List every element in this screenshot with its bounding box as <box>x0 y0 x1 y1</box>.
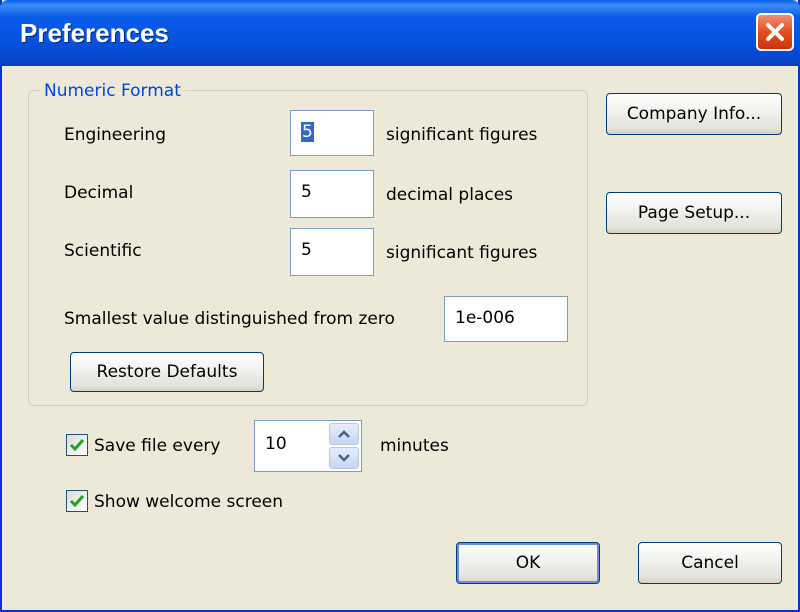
smallest-value: 1e-006 <box>455 308 515 328</box>
spin-down-button[interactable] <box>329 447 359 469</box>
chevron-up-icon <box>338 430 350 438</box>
scientific-value: 5 <box>301 240 312 260</box>
spin-up-button[interactable] <box>329 423 359 445</box>
scientific-input[interactable]: 5 <box>290 228 374 276</box>
cancel-button[interactable]: Cancel <box>638 542 782 584</box>
decimal-value: 5 <box>301 182 312 202</box>
decimal-input[interactable]: 5 <box>290 170 374 218</box>
decimal-unit: decimal places <box>386 185 514 205</box>
save-interval-value: 10 <box>265 434 287 454</box>
checkmark-icon <box>69 439 85 452</box>
spin-buttons <box>329 423 359 469</box>
engineering-value: 5 <box>301 122 314 142</box>
page-setup-button[interactable]: Page Setup... <box>606 192 782 234</box>
engineering-unit: significant figures <box>386 125 538 145</box>
chevron-down-icon <box>338 454 350 462</box>
checkmark-icon <box>69 495 85 508</box>
preferences-dialog: Preferences Numeric Format Engineering 5… <box>0 0 800 612</box>
window-title: Preferences <box>20 18 169 48</box>
company-info-button[interactable]: Company Info... <box>606 93 782 135</box>
engineering-input[interactable]: 5 <box>290 110 374 156</box>
save-interval-unit: minutes <box>380 436 449 456</box>
scientific-label: Scientific <box>64 241 142 261</box>
numeric-format-legend: Numeric Format <box>40 80 185 102</box>
smallest-value-input[interactable]: 1e-006 <box>444 296 568 342</box>
save-interval-spinner[interactable]: 10 <box>254 420 362 472</box>
restore-defaults-button[interactable]: Restore Defaults <box>70 352 264 392</box>
close-button[interactable] <box>756 13 794 51</box>
welcome-screen-label[interactable]: Show welcome screen <box>94 491 283 513</box>
close-icon <box>766 23 784 41</box>
decimal-label: Decimal <box>64 183 134 203</box>
save-file-label[interactable]: Save file every <box>94 435 220 457</box>
engineering-label: Engineering <box>64 125 166 145</box>
save-file-checkbox[interactable] <box>66 434 88 456</box>
title-bar[interactable]: Preferences <box>0 0 800 66</box>
smallest-value-label: Smallest value distinguished from zero <box>64 309 395 329</box>
welcome-screen-checkbox[interactable] <box>66 490 88 512</box>
ok-button[interactable]: OK <box>456 542 600 584</box>
scientific-unit: significant figures <box>386 243 538 263</box>
